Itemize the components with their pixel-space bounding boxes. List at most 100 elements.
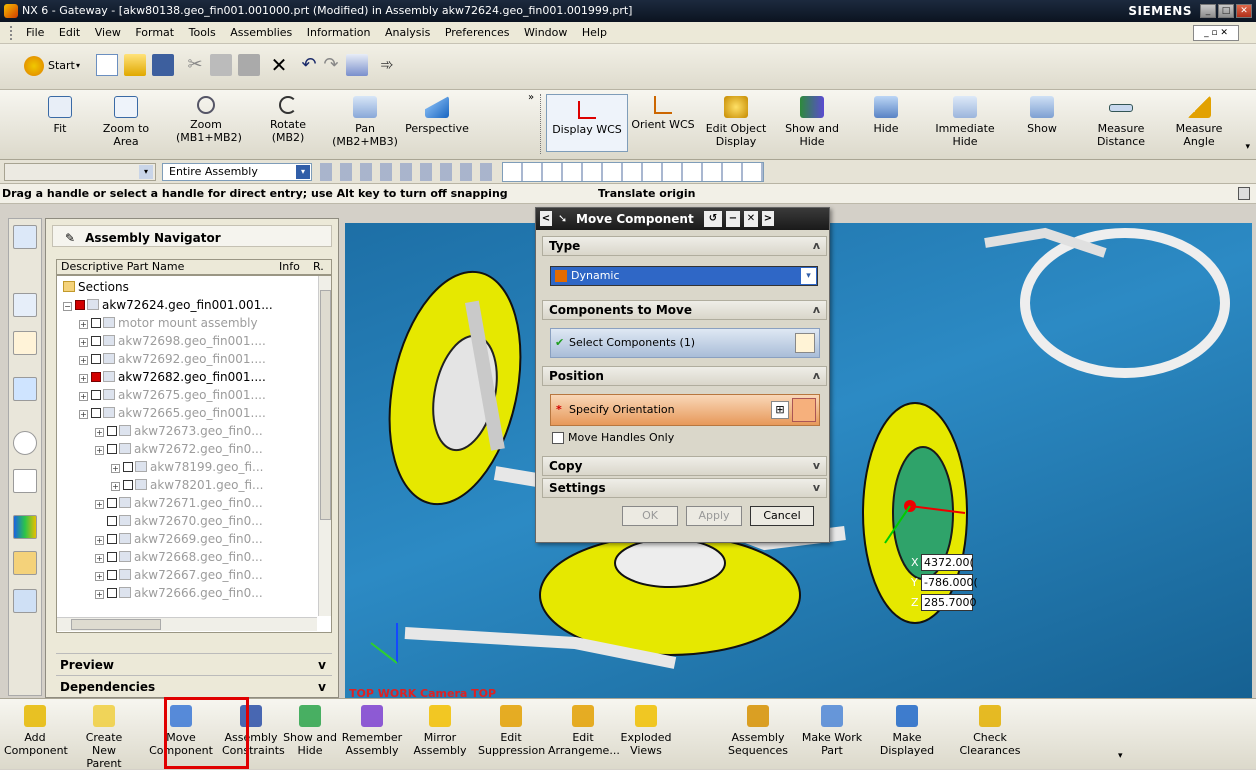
measure-angle-button[interactable]: Measure Angle <box>1170 92 1228 148</box>
close-icon[interactable]: ✕ <box>744 211 758 227</box>
menu-preferences[interactable]: Preferences <box>445 26 510 39</box>
visibility-checkbox[interactable] <box>107 498 117 508</box>
tree-row[interactable]: + akw72692.geo_fin001.... <box>79 350 266 368</box>
tree-row[interactable]: + akw72668.geo_fin0... <box>95 548 263 566</box>
dependencies-section[interactable]: Dependencies v <box>56 675 332 697</box>
visibility-checkbox[interactable] <box>107 570 117 580</box>
visibility-checkbox[interactable] <box>123 462 133 472</box>
assembly-sequences-button[interactable]: Assembly Sequences <box>722 705 794 757</box>
visibility-checkbox[interactable] <box>75 300 85 310</box>
menu-analysis[interactable]: Analysis <box>385 26 430 39</box>
edit-arrangement-button[interactable]: Edit Arrangeme... <box>548 705 620 757</box>
constraint-navigator-icon[interactable] <box>13 293 37 317</box>
menu-information[interactable]: Information <box>307 26 371 39</box>
toolbar-more-icon[interactable]: ▾ <box>1245 142 1250 152</box>
tree-row[interactable]: + akw72671.geo_fin0... <box>95 494 263 512</box>
show-and-hide-button[interactable]: Show and Hide <box>782 92 842 148</box>
reset-icon[interactable]: ↺ <box>704 211 722 227</box>
selection-tools-icons[interactable] <box>320 163 500 181</box>
undo-icon[interactable]: ↶ <box>298 54 320 76</box>
move-handles-only-checkbox[interactable]: Move Handles Only <box>552 430 674 446</box>
chevron-right-icon[interactable]: > <box>762 211 774 226</box>
display-wcs-button[interactable]: Display WCS <box>546 94 628 152</box>
perspective-button[interactable]: Perspective <box>402 92 472 135</box>
make-work-part-button[interactable]: Make Work Part <box>796 705 868 757</box>
dialog-title-bar[interactable]: < ➘ Move Component ↺ − ✕ > <box>536 208 829 230</box>
edit-suppression-button[interactable]: Edit Suppression <box>478 705 545 757</box>
overflow-chevron-icon[interactable]: » <box>528 92 534 103</box>
visibility-checkbox[interactable] <box>91 336 101 346</box>
mirror-assembly-button[interactable]: Mirror Assembly <box>412 705 468 757</box>
minimize-button[interactable]: _ <box>1200 4 1216 18</box>
start-button[interactable]: Start ▾ <box>24 54 88 78</box>
menu-view[interactable]: View <box>95 26 121 39</box>
sections-folder[interactable]: Sections <box>63 278 129 296</box>
tree-row[interactable]: + akw72672.geo_fin0... <box>95 440 263 458</box>
apply-button[interactable]: Apply <box>686 506 742 526</box>
snap-point-icons[interactable] <box>502 162 764 182</box>
position-group-header[interactable]: Position ʌ <box>542 366 827 386</box>
tree-row[interactable]: + akw72682.geo_fin001.... <box>79 368 266 386</box>
zoom-to-area-button[interactable]: Zoom to Area <box>100 92 152 148</box>
visibility-checkbox[interactable] <box>107 588 117 598</box>
copy-icon[interactable] <box>210 54 232 76</box>
assembly-navigator-tab-icon[interactable] <box>13 225 37 249</box>
orient-wcs-button[interactable]: Orient WCS <box>630 92 696 131</box>
column-header-name[interactable]: Descriptive Part Name <box>61 260 184 274</box>
visibility-checkbox[interactable] <box>123 480 133 490</box>
tree-row[interactable]: + motor mount assembly <box>79 314 258 332</box>
expand-icon[interactable]: − <box>63 302 72 311</box>
selection-scope-dropdown[interactable]: Entire Assembly ▾ <box>162 163 312 181</box>
expand-icon[interactable]: + <box>95 500 104 509</box>
measure-distance-button[interactable]: Measure Distance <box>1090 92 1152 148</box>
tree-row[interactable]: + akw72669.geo_fin0... <box>95 530 263 548</box>
roles-icon[interactable] <box>13 551 37 575</box>
point-dialog-icon[interactable]: ⊞ <box>771 401 789 419</box>
visibility-checkbox[interactable] <box>107 552 117 562</box>
expand-icon[interactable]: + <box>95 572 104 581</box>
pan-button[interactable]: Pan (MB2+MB3) <box>330 92 400 148</box>
part-navigator-icon[interactable] <box>13 331 37 355</box>
process-studio-icon[interactable] <box>13 469 37 493</box>
preview-section[interactable]: Preview v <box>56 653 332 675</box>
close-button[interactable]: ✕ <box>1236 4 1252 18</box>
menu-window[interactable]: Window <box>524 26 567 39</box>
expand-icon[interactable]: + <box>95 554 104 563</box>
y-coordinate-field[interactable]: -786.000( <box>921 574 978 591</box>
reuse-library-icon[interactable] <box>13 377 37 401</box>
expand-icon[interactable]: + <box>111 482 120 491</box>
pin-icon[interactable]: ✎ <box>65 231 75 245</box>
copy-group-header[interactable]: Copy v <box>542 456 827 476</box>
cut-icon[interactable]: ✂ <box>184 54 206 76</box>
z-coordinate-field[interactable]: 285.7000 <box>921 594 977 611</box>
hide-button[interactable]: Hide <box>868 92 904 135</box>
expand-icon[interactable]: + <box>95 446 104 455</box>
make-displayed-button[interactable]: Make Displayed <box>872 705 942 757</box>
open-folder-icon[interactable] <box>124 54 146 76</box>
immediate-hide-button[interactable]: Immediate Hide <box>930 92 1000 148</box>
type-filter-dropdown[interactable]: ▾ <box>4 163 156 181</box>
check-clearances-button[interactable]: Check Clearances <box>950 705 1030 757</box>
select-object-icon[interactable] <box>795 333 815 353</box>
copy-display-icon[interactable] <box>346 54 368 76</box>
remember-assembly-button[interactable]: Remember Assembly <box>340 705 404 757</box>
visibility-checkbox[interactable] <box>91 318 101 328</box>
expand-icon[interactable]: + <box>79 338 88 347</box>
tree-row[interactable]: + akw78199.geo_fi... <box>111 458 263 476</box>
visibility-checkbox[interactable] <box>91 354 101 364</box>
menu-tools[interactable]: Tools <box>189 26 216 39</box>
history-icon[interactable] <box>13 431 37 455</box>
column-header-info[interactable]: Info <box>279 260 300 274</box>
tree-row[interactable]: akw72670.geo_fin0... <box>95 512 263 530</box>
delete-icon[interactable]: ✕ <box>268 54 290 76</box>
chevron-left-icon[interactable]: < <box>540 211 552 226</box>
command-finder-icon[interactable]: ➾ <box>376 54 398 76</box>
expand-icon[interactable]: + <box>79 392 88 401</box>
expand-icon[interactable]: + <box>79 374 88 383</box>
toolbar-more-icon[interactable]: ▾ <box>1118 751 1123 761</box>
x-coordinate-field[interactable]: 4372.00( <box>921 554 974 571</box>
show-button[interactable]: Show <box>1022 92 1062 135</box>
type-dropdown[interactable]: Dynamic ▾ <box>550 266 818 286</box>
specify-orientation-row[interactable]: * Specify Orientation ⊞ <box>550 394 820 426</box>
tree-row[interactable]: + akw72667.geo_fin0... <box>95 566 263 584</box>
